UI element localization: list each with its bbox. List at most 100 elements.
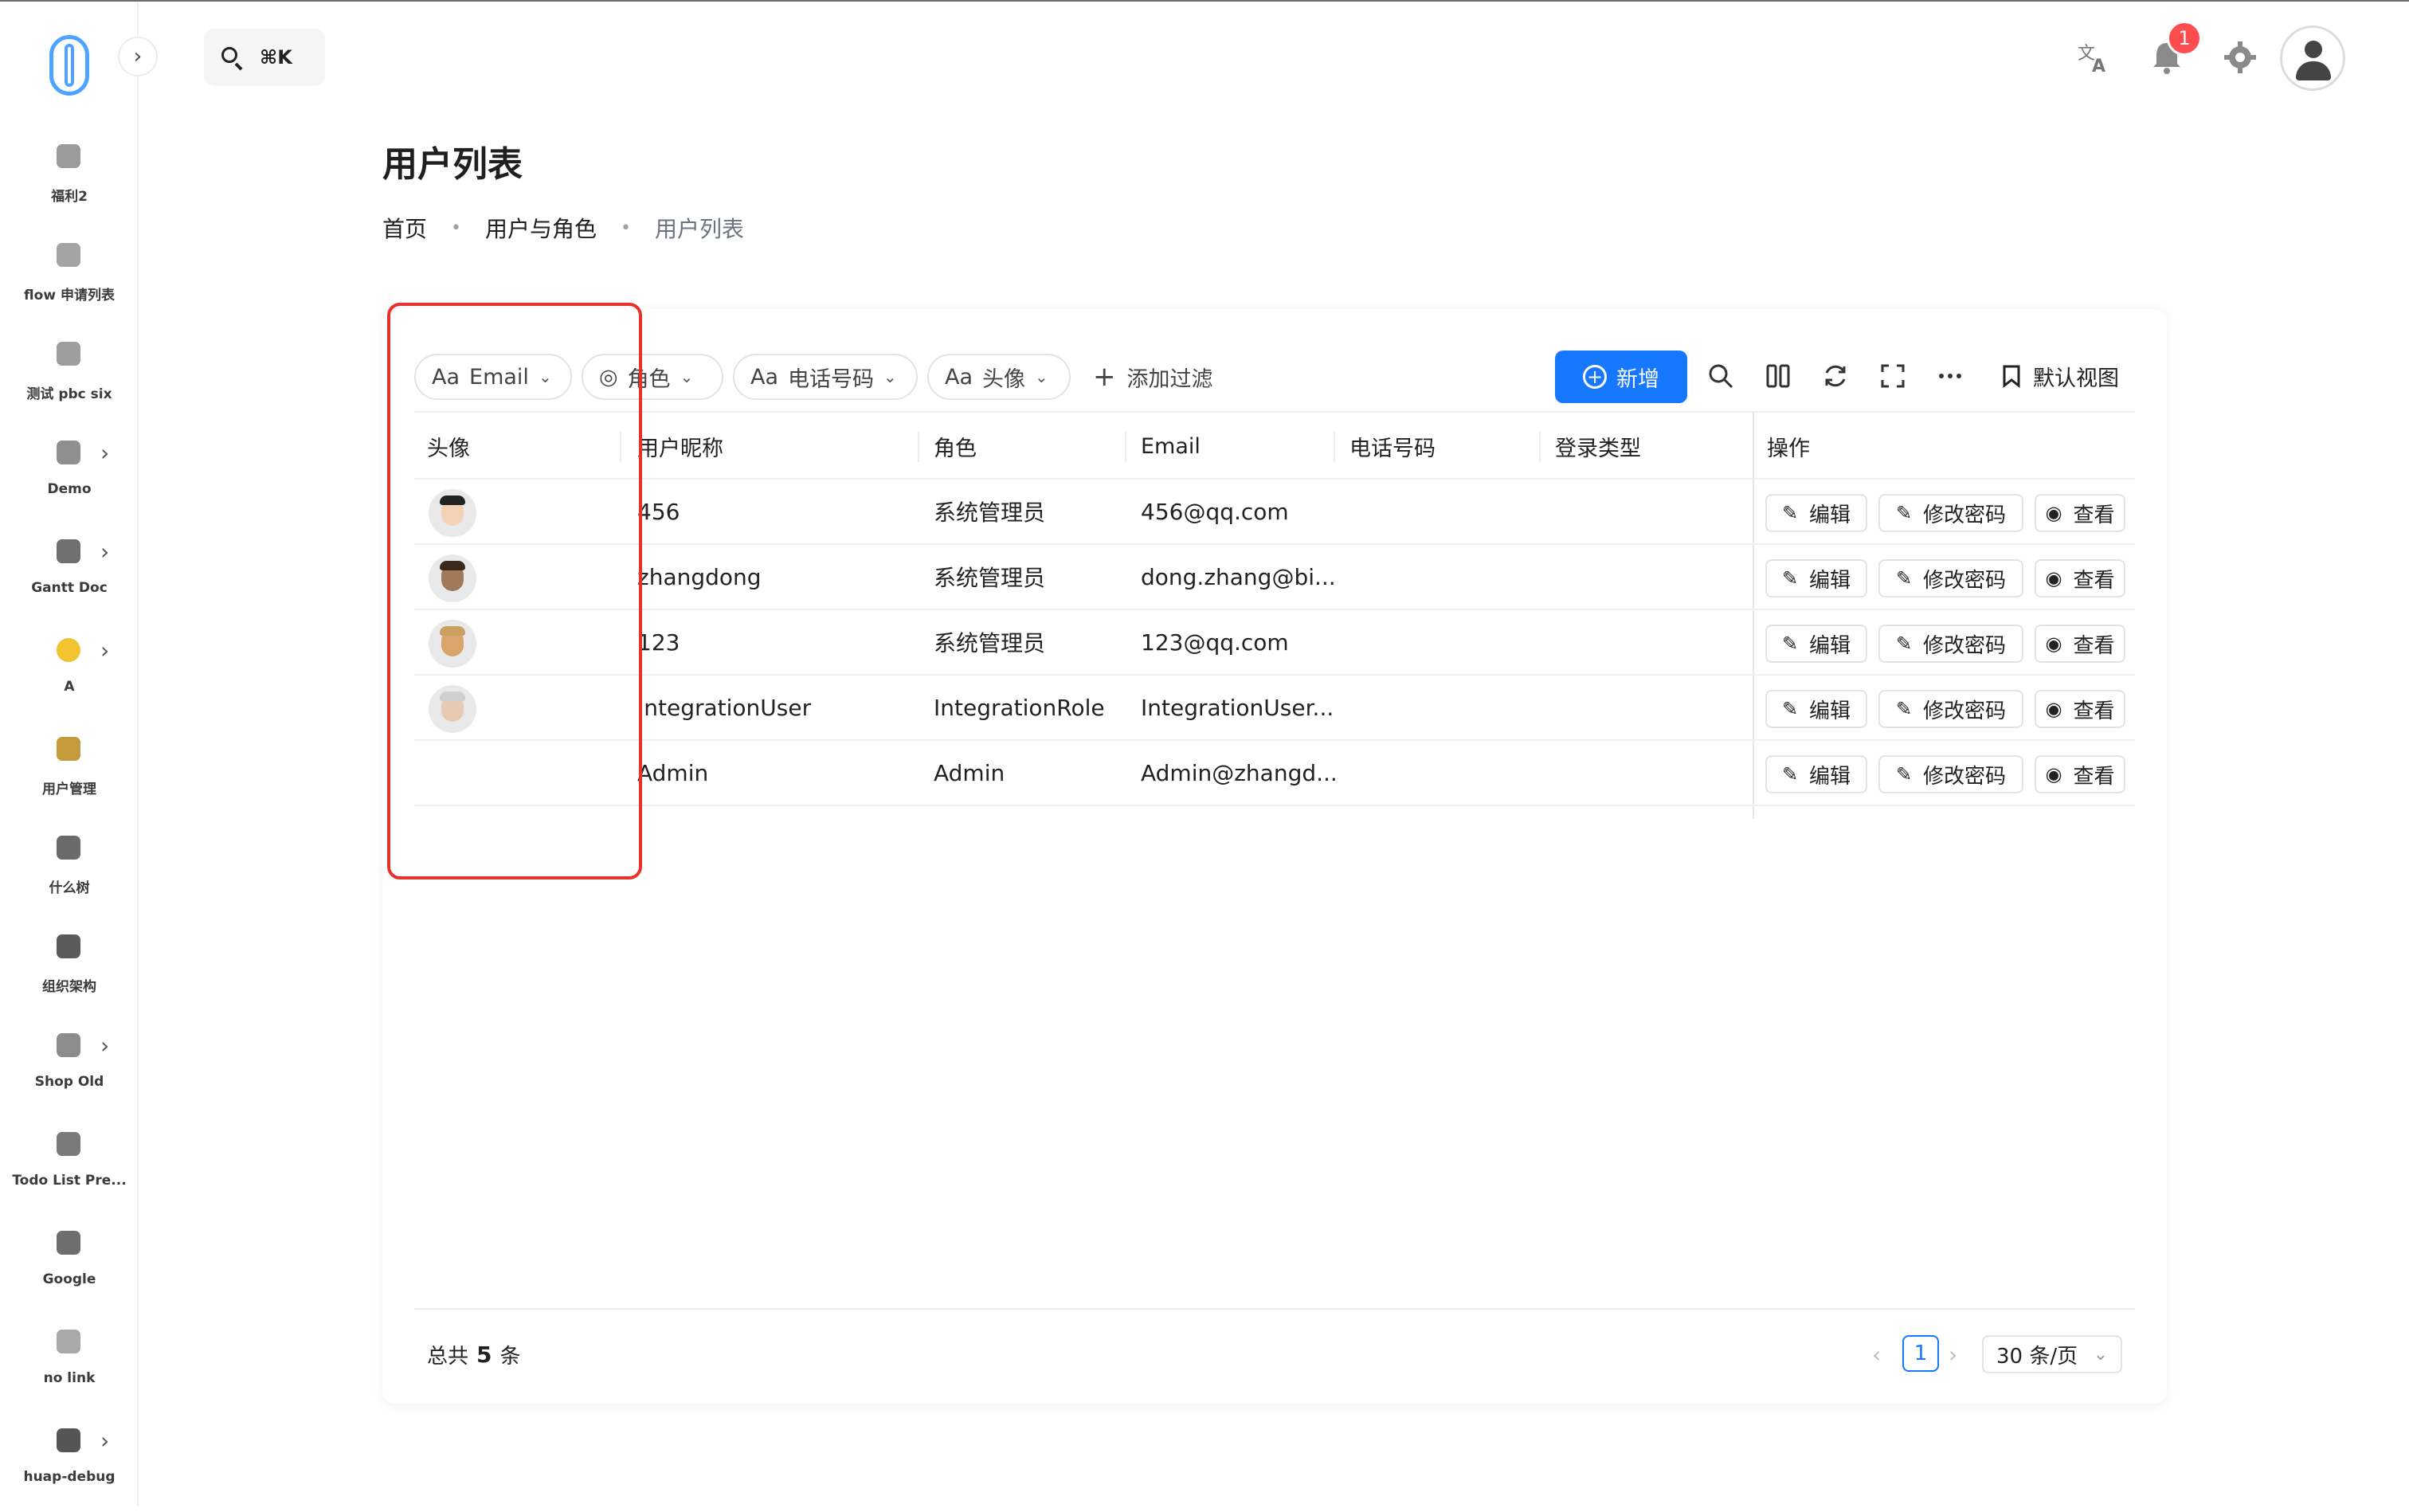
table-row[interactable]: Admin Admin Admin@zhangd... ✎ 编辑 ✎ 修改密码 ◉ 查看 <box>414 741 2135 806</box>
sidebar-item[interactable]: 福利2 <box>0 140 139 228</box>
pencil-icon: ✎ <box>1895 567 1913 590</box>
sidebar-item[interactable]: › Demo <box>0 437 139 524</box>
sidebar-item-label: 福利2 <box>51 189 88 205</box>
edit-button[interactable]: ✎ 编辑 <box>1765 559 1867 597</box>
column-header-email[interactable]: Email <box>1141 413 1201 480</box>
translate-icon[interactable]: 文A <box>2071 35 2116 80</box>
chevron-right-icon[interactable]: › <box>100 539 109 565</box>
table-row[interactable]: 456 系统管理员 456@qq.com ✎ 编辑 ✎ 修改密码 ◉ 查看 <box>414 480 2135 545</box>
sidebar-item[interactable]: › Gantt Doc <box>0 535 139 623</box>
sidebar-item-label: Gantt Doc <box>31 580 108 596</box>
change-password-button[interactable]: ✎ 修改密码 <box>1878 625 2023 663</box>
sidebar-item[interactable]: flow 申请列表 <box>0 239 139 327</box>
add-user-button[interactable]: + 新增 <box>1555 351 1687 403</box>
edit-button[interactable]: ✎ 编辑 <box>1765 755 1867 793</box>
cell-email: Admin@zhangd... <box>1141 759 1338 786</box>
column-header-nickname[interactable]: 用户昵称 <box>637 413 723 480</box>
pencil-icon: ✎ <box>1895 633 1913 655</box>
user-avatar-button[interactable] <box>2280 25 2345 91</box>
cart-icon <box>53 1029 84 1061</box>
table-row[interactable]: 123 系统管理员 123@qq.com ✎ 编辑 ✎ 修改密码 ◉ 查看 <box>414 610 2135 676</box>
view-button[interactable]: ◉ 查看 <box>2035 625 2125 663</box>
change-password-button[interactable]: ✎ 修改密码 <box>1878 559 2023 597</box>
pencil-icon: ✎ <box>1895 763 1913 785</box>
chevron-right-icon[interactable]: › <box>100 1032 109 1059</box>
next-page-button[interactable]: › <box>1949 1342 1957 1368</box>
page-1-button[interactable]: 1 <box>1902 1335 1939 1372</box>
change-password-button[interactable]: ✎ 修改密码 <box>1878 494 2023 532</box>
default-view-button[interactable]: 默认视图 <box>2001 355 2119 397</box>
sidebar-item[interactable]: no link <box>0 1326 139 1413</box>
sidebar-item[interactable]: 测试 pbc six <box>0 338 139 425</box>
page-size-select[interactable]: 30 条/页 ⌄ <box>1982 1335 2122 1373</box>
sidebar-item-label: 用户管理 <box>42 781 96 797</box>
sidebar: 福利2 flow 申请列表 测试 pbc six › Demo › Gantt Doc › A 用… <box>0 2 139 1506</box>
sidebar-item-label: Google <box>42 1271 96 1287</box>
edit-button[interactable]: ✎ 编辑 <box>1765 625 1867 663</box>
columns-icon[interactable] <box>1757 355 1799 397</box>
pencil-icon: ✎ <box>1781 698 1799 720</box>
table-search-icon[interactable] <box>1700 355 1741 397</box>
change-password-button[interactable]: ✎ 修改密码 <box>1878 755 2023 793</box>
filter-avatar[interactable]: Aa 头像 ⌄ <box>927 354 1071 400</box>
pencil-icon: ✎ <box>1895 698 1913 720</box>
cell-role: 系统管理员 <box>934 499 1046 526</box>
more-icon[interactable] <box>1929 355 1971 397</box>
view-button[interactable]: ◉ 查看 <box>2035 755 2125 793</box>
sidebar-item[interactable]: Todo List Pre... <box>0 1128 139 1216</box>
column-header-avatar[interactable]: 头像 <box>427 413 470 480</box>
cell-nickname: 456 <box>637 498 680 525</box>
coffee-icon <box>53 1128 84 1160</box>
view-button[interactable]: ◉ 查看 <box>2035 690 2125 728</box>
sidebar-item[interactable]: › huap-debug <box>0 1424 139 1512</box>
global-search-button[interactable]: ⌘K <box>204 29 325 86</box>
sidebar-item[interactable]: 组织架构 <box>0 930 139 1018</box>
battery-icon <box>53 338 84 370</box>
page-title: 用户列表 <box>382 144 523 185</box>
breadcrumb-separator: • <box>451 217 461 238</box>
app-logo[interactable] <box>49 35 89 96</box>
gear-icon[interactable] <box>2218 35 2262 80</box>
sidebar-item[interactable]: › A <box>0 634 139 722</box>
filter-email[interactable]: Aa Email ⌄ <box>414 354 572 400</box>
filter-phone[interactable]: Aa 电话号码 ⌄ <box>733 354 918 400</box>
chevron-right-icon[interactable]: › <box>100 637 109 664</box>
fullscreen-icon[interactable] <box>1872 355 1913 397</box>
sidebar-item[interactable]: 用户管理 <box>0 733 139 821</box>
page-size-value: 30 条/页 <box>1996 1344 2078 1369</box>
view-button[interactable]: ◉ 查看 <box>2035 559 2125 597</box>
chevron-right-icon[interactable]: › <box>100 440 109 466</box>
refresh-icon[interactable] <box>1815 355 1856 397</box>
sidebar-item[interactable]: 什么树 <box>0 832 139 919</box>
edit-button[interactable]: ✎ 编辑 <box>1765 690 1867 728</box>
filter-role[interactable]: ◎ 角色 ⌄ <box>582 354 723 400</box>
table-row[interactable]: IntegrationUser IntegrationRole Integratio… <box>414 676 2135 741</box>
sidebar-toggle-button[interactable]: › <box>118 37 158 76</box>
cell-role: IntegrationRole <box>934 694 1105 721</box>
search-icon <box>220 45 244 71</box>
view-button[interactable]: ◉ 查看 <box>2035 494 2125 532</box>
sidebar-item[interactable]: Google <box>0 1227 139 1314</box>
pencil-icon: ✎ <box>1781 633 1799 655</box>
chevron-right-icon[interactable]: › <box>100 1428 109 1454</box>
sidebar-item-label: Demo <box>47 481 92 497</box>
table-row[interactable]: zhangdong 系统管理员 dong.zhang@bi... ✎ 编辑 ✎ 修改密码 ◉ 查… <box>414 545 2135 610</box>
sidebar-item[interactable]: › Shop Old <box>0 1029 139 1117</box>
eye-icon: ◉ <box>2045 698 2062 720</box>
column-header-phone[interactable]: 电话号码 <box>1349 413 1436 480</box>
user-avatar <box>429 685 476 733</box>
breadcrumb-users-roles[interactable]: 用户与角色 <box>485 212 597 244</box>
change-password-button[interactable]: ✎ 修改密码 <box>1878 690 2023 728</box>
chevron-down-icon: ⌄ <box>2093 1344 2108 1365</box>
add-filter-button[interactable]: + 添加过滤 <box>1093 354 1213 400</box>
total-suffix: 条 <box>499 1345 521 1369</box>
column-header-actions: 操作 <box>1767 436 1810 461</box>
column-header-login-type[interactable]: 登录类型 <box>1555 413 1641 480</box>
edit-button[interactable]: ✎ 编辑 <box>1765 494 1867 532</box>
breadcrumb-home[interactable]: 首页 <box>382 212 427 244</box>
filter-label: 电话号码 <box>788 366 875 392</box>
prev-page-button[interactable]: ‹ <box>1872 1342 1881 1368</box>
plus-icon: + <box>1093 361 1116 393</box>
sidebar-item-label: 什么树 <box>49 880 90 896</box>
column-header-role[interactable]: 角色 <box>934 413 977 480</box>
